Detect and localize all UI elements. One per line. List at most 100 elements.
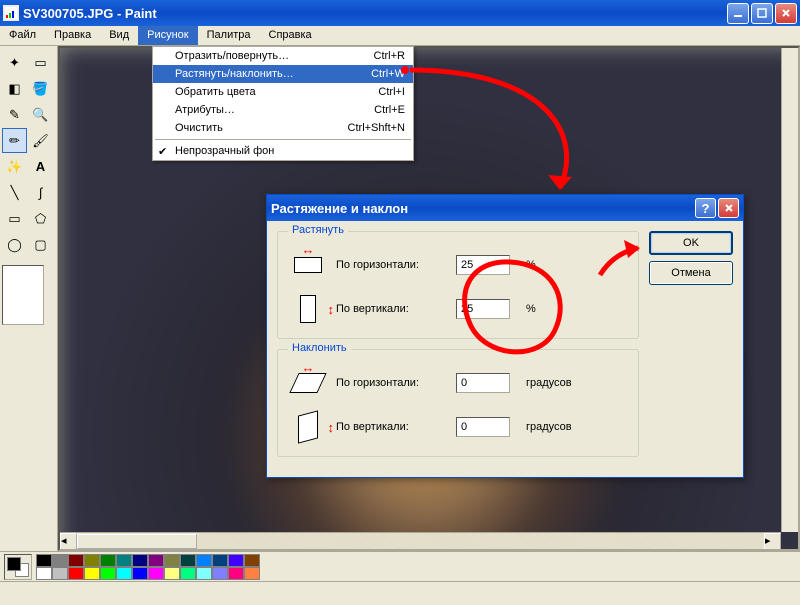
dialog-help-button[interactable]: ?	[695, 198, 716, 218]
palette-color[interactable]	[244, 554, 260, 567]
palette-color[interactable]	[180, 554, 196, 567]
stretch-vert-input[interactable]	[456, 299, 510, 319]
palette-grid	[36, 554, 260, 580]
palette-color[interactable]	[164, 554, 180, 567]
menu-attributes[interactable]: Атрибуты…Ctrl+E	[153, 101, 413, 119]
menu-view[interactable]: Вид	[100, 26, 138, 45]
palette-color[interactable]	[244, 567, 260, 580]
skew-vert-icon: ↕	[290, 412, 326, 442]
tool-picker[interactable]: ✎	[2, 102, 27, 127]
vertical-scrollbar[interactable]	[781, 48, 798, 532]
stretch-horiz-input[interactable]	[456, 255, 510, 275]
scroll-left-button[interactable]: ◂	[60, 533, 77, 550]
palette-color[interactable]	[84, 554, 100, 567]
stretch-horiz-icon: ↔	[290, 250, 326, 280]
palette-color[interactable]	[196, 554, 212, 567]
minimize-button[interactable]	[727, 3, 749, 24]
menu-image[interactable]: Рисунок	[138, 26, 198, 45]
close-button[interactable]	[775, 3, 797, 24]
dialog-titlebar: Растяжение и наклон ?	[267, 195, 743, 221]
palette-color[interactable]	[132, 554, 148, 567]
paint-app-icon	[3, 5, 19, 21]
window-titlebar: SV300705.JPG - Paint	[0, 0, 800, 26]
palette-color[interactable]	[148, 554, 164, 567]
skew-horiz-input[interactable]	[456, 373, 510, 393]
palette-color[interactable]	[180, 567, 196, 580]
tool-zoom[interactable]: 🔍	[28, 102, 53, 127]
palette-color[interactable]	[196, 567, 212, 580]
maximize-button[interactable]	[751, 3, 773, 24]
tool-text[interactable]: A	[28, 154, 53, 179]
tool-roundrect[interactable]: ▢	[28, 232, 53, 257]
scroll-right-button[interactable]: ▸	[764, 533, 781, 550]
skew-horiz-label: По горизонтали:	[336, 377, 446, 389]
dialog-title: Растяжение и наклон	[271, 201, 408, 216]
palette-color[interactable]	[68, 567, 84, 580]
palette-color[interactable]	[100, 554, 116, 567]
window-title: SV300705.JPG - Paint	[23, 6, 727, 21]
palette-color[interactable]	[36, 567, 52, 580]
skew-horiz-unit: градусов	[526, 377, 572, 389]
tool-rect[interactable]: ▭	[2, 206, 27, 231]
stretch-legend: Растянуть	[288, 224, 348, 236]
menu-opaque-background[interactable]: ✔ Непрозрачный фон	[153, 142, 413, 160]
palette-color[interactable]	[68, 554, 84, 567]
tool-brush[interactable]: 🖌	[28, 128, 53, 153]
palette-color[interactable]	[52, 567, 68, 580]
stretch-vert-unit: %	[526, 303, 536, 315]
menu-edit[interactable]: Правка	[45, 26, 100, 45]
tool-curve[interactable]: ∫	[28, 180, 53, 205]
foreground-color-swatch[interactable]	[7, 557, 21, 571]
horizontal-scrollbar[interactable]: ◂ ▸	[60, 532, 781, 549]
stretch-skew-dialog: Растяжение и наклон ? Растянуть ↔ По гор…	[266, 194, 744, 478]
skew-vert-input[interactable]	[456, 417, 510, 437]
palette-color[interactable]	[52, 554, 68, 567]
stretch-horiz-label: По горизонтали:	[336, 259, 446, 271]
cancel-button[interactable]: Отмена	[649, 261, 733, 285]
palette-color[interactable]	[36, 554, 52, 567]
tool-options-box	[2, 265, 44, 325]
tool-rect-select[interactable]: ▭	[28, 50, 53, 75]
stretch-vert-icon: ↕	[290, 294, 326, 324]
palette-color[interactable]	[212, 567, 228, 580]
palette-color[interactable]	[116, 567, 132, 580]
dialog-close-button[interactable]	[718, 198, 739, 218]
scroll-thumb-h[interactable]	[77, 534, 197, 549]
stretch-vert-label: По вертикали:	[336, 303, 446, 315]
current-colors-box[interactable]	[4, 554, 32, 580]
tool-polygon[interactable]: ⬠	[28, 206, 53, 231]
skew-groupbox: Наклонить ↔ По горизонтали: градусов ↕ П…	[277, 349, 639, 457]
palette-color[interactable]	[132, 567, 148, 580]
menu-help[interactable]: Справка	[260, 26, 321, 45]
tool-freeform-select[interactable]: ✦	[2, 50, 27, 75]
stretch-groupbox: Растянуть ↔ По горизонтали: % ↕ По верти…	[277, 231, 639, 339]
palette-color[interactable]	[228, 567, 244, 580]
menu-file[interactable]: Файл	[0, 26, 45, 45]
skew-legend: Наклонить	[288, 342, 351, 354]
tool-airbrush[interactable]: ✨	[2, 154, 27, 179]
tool-pencil[interactable]: ✏	[2, 128, 27, 153]
toolbox: ✦ ▭ ◧ 🪣 ✎ 🔍 ✏ 🖌 ✨ A ╲ ∫ ▭ ⬠ ◯ ▢	[0, 46, 58, 551]
menu-clear[interactable]: ОчиститьCtrl+Shft+N	[153, 119, 413, 137]
palette-color[interactable]	[100, 567, 116, 580]
menu-palette[interactable]: Палитра	[198, 26, 260, 45]
menubar: Файл Правка Вид Рисунок Палитра Справка	[0, 26, 800, 46]
tool-fill[interactable]: 🪣	[28, 76, 53, 101]
tool-ellipse[interactable]: ◯	[2, 232, 27, 257]
palette-color[interactable]	[228, 554, 244, 567]
palette-color[interactable]	[212, 554, 228, 567]
check-icon: ✔	[158, 145, 167, 158]
menu-flip-rotate[interactable]: Отразить/повернуть…Ctrl+R	[153, 47, 413, 65]
color-palette-bar	[0, 551, 800, 581]
tool-eraser[interactable]: ◧	[2, 76, 27, 101]
palette-color[interactable]	[148, 567, 164, 580]
palette-color[interactable]	[84, 567, 100, 580]
palette-color[interactable]	[116, 554, 132, 567]
ok-button[interactable]: OK	[649, 231, 733, 255]
image-menu-dropdown: Отразить/повернуть…Ctrl+R Растянуть/накл…	[152, 46, 414, 161]
menu-invert-colors[interactable]: Обратить цветаCtrl+I	[153, 83, 413, 101]
palette-color[interactable]	[164, 567, 180, 580]
menu-stretch-skew[interactable]: Растянуть/наклонить…Ctrl+W	[153, 65, 413, 83]
tool-line[interactable]: ╲	[2, 180, 27, 205]
stretch-horiz-unit: %	[526, 259, 536, 271]
